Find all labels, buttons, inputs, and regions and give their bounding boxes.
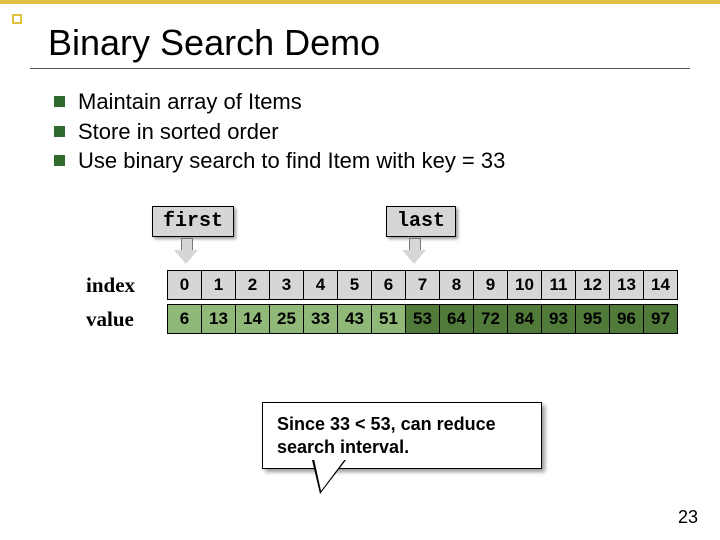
title-underline	[30, 68, 690, 69]
value-cell: 96	[609, 304, 644, 334]
value-cell: 97	[643, 304, 678, 334]
value-cell: 33	[303, 304, 338, 334]
index-cell: 9	[473, 270, 508, 300]
arrow-down-icon	[402, 238, 426, 264]
index-cell: 7	[405, 270, 440, 300]
index-cell: 2	[235, 270, 270, 300]
accent-square	[12, 14, 22, 24]
index-cell: 11	[541, 270, 576, 300]
bullet-item: Store in sorted order	[54, 117, 690, 147]
value-cell: 14	[235, 304, 270, 334]
bullet-item: Maintain array of Items	[54, 87, 690, 117]
value-cell: 93	[541, 304, 576, 334]
value-cell: 95	[575, 304, 610, 334]
index-cell: 6	[371, 270, 406, 300]
callout-tail-icon	[312, 460, 346, 494]
index-cell: 10	[507, 270, 542, 300]
value-cell: 13	[201, 304, 236, 334]
value-cell: 53	[405, 304, 440, 334]
value-cells: 61314253343515364728493959697	[168, 304, 678, 334]
last-tag: last	[386, 206, 456, 237]
bullet-item: Use binary search to find Item with key …	[54, 146, 690, 176]
slide: Binary Search Demo Maintain array of Ite…	[0, 0, 720, 540]
first-tag: first	[152, 206, 234, 237]
page-number: 23	[678, 507, 698, 528]
arrow-down-icon	[174, 238, 198, 264]
index-label: index	[86, 270, 168, 300]
value-cell: 6	[167, 304, 202, 334]
index-cell: 5	[337, 270, 372, 300]
index-cell: 14	[643, 270, 678, 300]
value-row: value 61314253343515364728493959697	[86, 304, 690, 334]
index-row: index 01234567891011121314	[86, 270, 690, 300]
value-cell: 25	[269, 304, 304, 334]
pointer-row: first last	[86, 206, 690, 270]
index-cell: 4	[303, 270, 338, 300]
value-cell: 64	[439, 304, 474, 334]
value-cell: 72	[473, 304, 508, 334]
value-cell: 51	[371, 304, 406, 334]
callout-line2: search interval.	[277, 437, 409, 457]
callout-box: Since 33 < 53, can reduce search interva…	[262, 402, 542, 469]
index-cell: 8	[439, 270, 474, 300]
index-cell: 0	[167, 270, 202, 300]
array-block: index 01234567891011121314 value 6131425…	[86, 270, 690, 334]
value-cell: 84	[507, 304, 542, 334]
index-cell: 3	[269, 270, 304, 300]
index-cells: 01234567891011121314	[168, 270, 678, 300]
value-cell: 43	[337, 304, 372, 334]
index-cell: 12	[575, 270, 610, 300]
index-cell: 13	[609, 270, 644, 300]
value-label: value	[86, 304, 168, 334]
callout-line1: Since 33 < 53, can reduce	[277, 414, 496, 434]
slide-title: Binary Search Demo	[36, 22, 690, 64]
index-cell: 1	[201, 270, 236, 300]
callout: Since 33 < 53, can reduce search interva…	[262, 402, 542, 469]
bullet-list: Maintain array of Items Store in sorted …	[30, 87, 690, 176]
